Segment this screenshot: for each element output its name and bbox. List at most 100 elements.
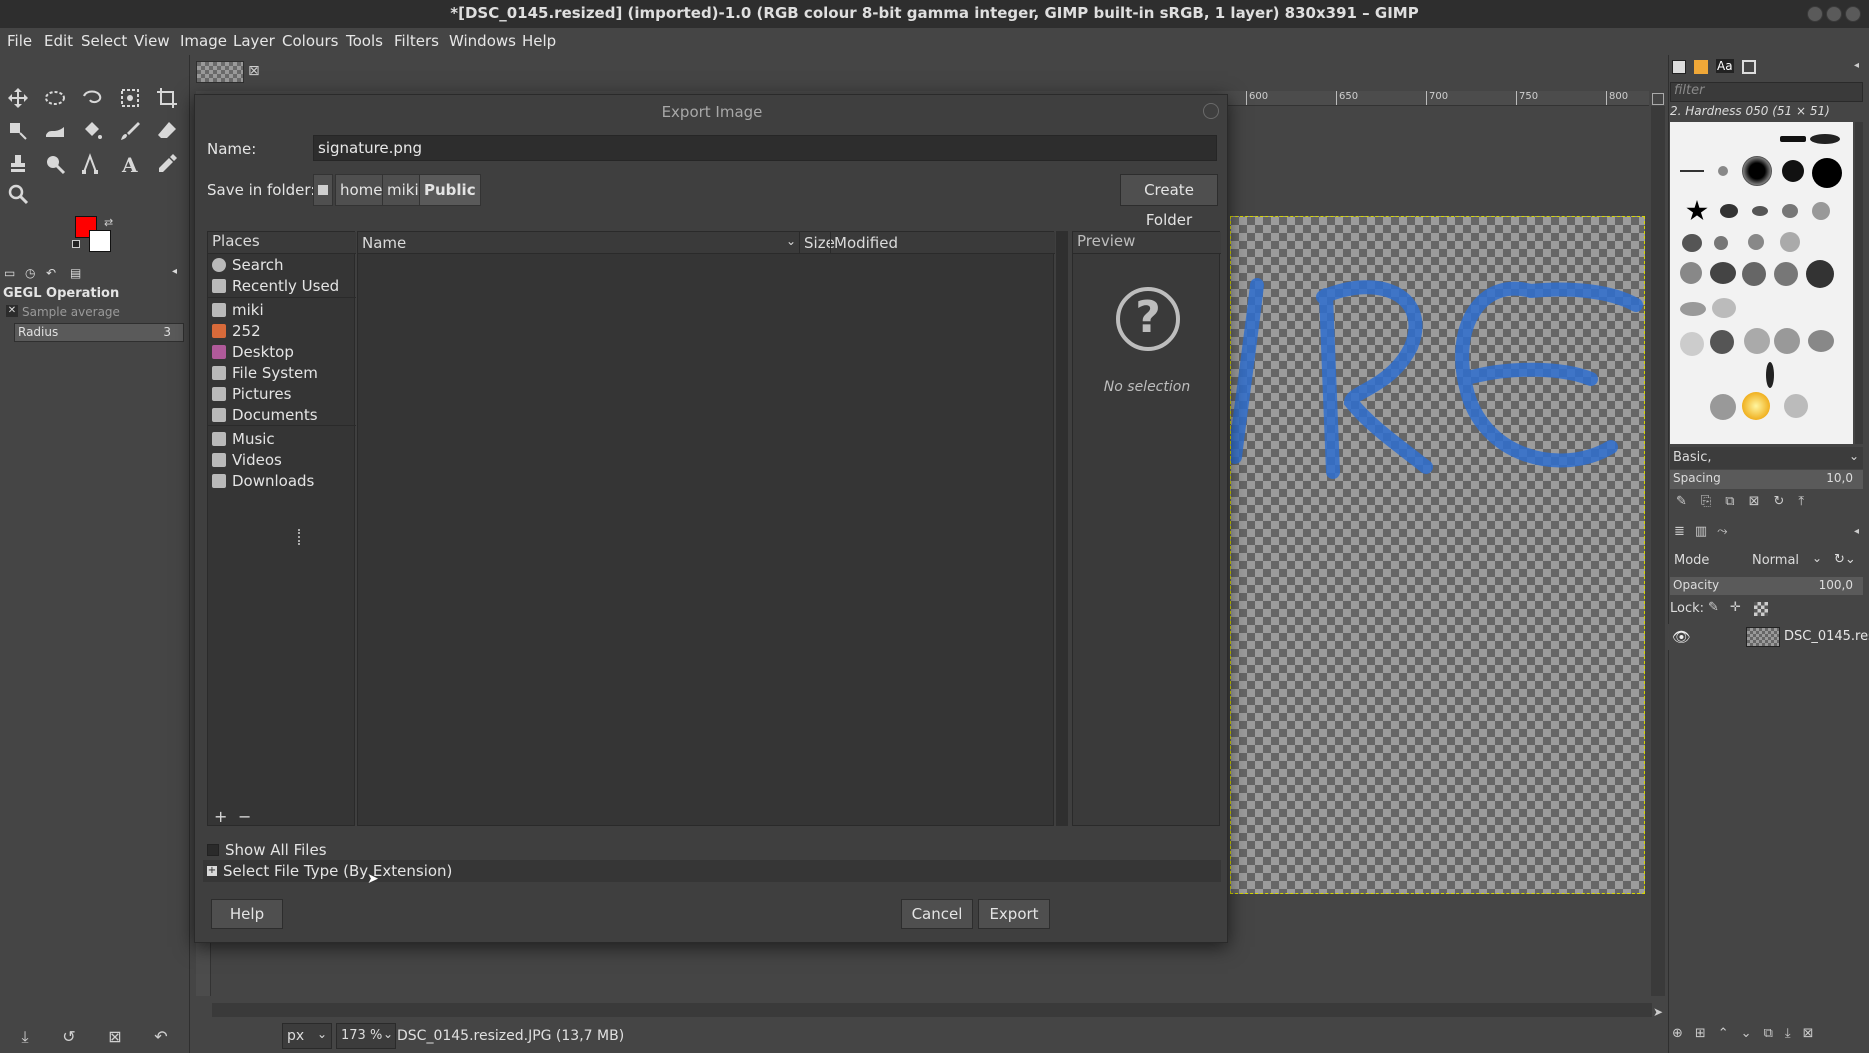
filename-input[interactable] xyxy=(313,135,1217,161)
menu-colours[interactable]: Colours xyxy=(282,32,338,50)
background-color-swatch[interactable] xyxy=(89,230,111,252)
brush-item[interactable] xyxy=(1712,298,1736,318)
brush-tag-select[interactable]: Basic, ⌄ xyxy=(1670,447,1863,469)
layers-tab-menu-icon[interactable]: ◂ xyxy=(1854,526,1859,537)
zoom-follow-icon[interactable] xyxy=(1652,93,1664,105)
save-tool-preset-icon[interactable]: ⤓ xyxy=(14,1027,36,1049)
brush-item[interactable] xyxy=(1710,394,1736,420)
paintbrush-icon[interactable] xyxy=(116,117,144,145)
brush-grid[interactable] xyxy=(1670,122,1853,444)
brush-item[interactable] xyxy=(1710,262,1736,284)
clone-tool-icon[interactable] xyxy=(4,150,32,178)
menu-file[interactable]: File xyxy=(7,32,32,50)
help-button[interactable]: Help xyxy=(211,899,283,929)
brush-item[interactable] xyxy=(1808,330,1834,352)
lock-alpha-icon[interactable] xyxy=(1754,602,1768,616)
brush-item[interactable] xyxy=(1812,202,1830,220)
mode-select[interactable]: Normal xyxy=(1752,553,1799,568)
brush-item[interactable] xyxy=(1742,262,1766,286)
lock-position-icon[interactable]: ✛ xyxy=(1730,600,1741,615)
images-tab-icon[interactable]: ▤ xyxy=(70,266,81,280)
sample-average-checkbox[interactable]: ✕ xyxy=(6,305,18,317)
export-button[interactable]: Export xyxy=(978,899,1050,929)
lock-pixels-icon[interactable]: ✎ xyxy=(1708,600,1719,615)
brush-item[interactable] xyxy=(1780,232,1800,252)
reset-colors-icon[interactable] xyxy=(72,240,80,248)
column-name[interactable]: Name xyxy=(362,234,406,252)
move-tool-icon[interactable] xyxy=(4,84,32,112)
fuzzy-select-icon[interactable] xyxy=(116,84,144,112)
close-image-tab-icon[interactable]: ⊠ xyxy=(248,63,260,79)
maximize-button[interactable] xyxy=(1826,6,1842,22)
eraser-icon[interactable] xyxy=(153,117,181,145)
paths-tool-icon[interactable] xyxy=(78,150,106,178)
minimize-button[interactable] xyxy=(1807,6,1823,22)
add-bookmark-icon[interactable]: + xyxy=(214,807,227,826)
show-all-files-checkbox[interactable] xyxy=(207,844,219,856)
free-select-icon[interactable] xyxy=(78,84,106,112)
menu-filters[interactable]: Filters xyxy=(394,32,439,50)
document-history-tab-icon[interactable] xyxy=(1742,60,1756,74)
spacing-spinner[interactable]: Spacing 10,0 xyxy=(1670,470,1863,489)
tool-options-tab-icon[interactable]: ▭ xyxy=(4,266,15,280)
place-downloads[interactable]: Downloads xyxy=(212,472,314,490)
place-file-system[interactable]: File System xyxy=(212,364,318,382)
brushes-tab-icon[interactable] xyxy=(1672,60,1686,74)
brush-item[interactable] xyxy=(1686,200,1708,221)
mode-switch-icon[interactable]: ↻⌄ xyxy=(1834,552,1856,567)
brush-item[interactable] xyxy=(1774,328,1800,354)
place-252[interactable]: 252 xyxy=(212,322,261,340)
cancel-button[interactable]: Cancel xyxy=(901,899,973,929)
brush-grid-scrollbar[interactable] xyxy=(1855,122,1863,444)
place-pictures[interactable]: Pictures xyxy=(212,385,291,403)
menu-layer[interactable]: Layer xyxy=(233,32,275,50)
smudge-tool-icon[interactable] xyxy=(41,150,69,178)
navigate-icon[interactable]: ➤ xyxy=(1653,1005,1663,1019)
file-list[interactable]: Name ⌄ Size Modified xyxy=(357,231,1055,826)
place-documents[interactable]: Documents xyxy=(212,406,318,424)
menu-help[interactable]: Help xyxy=(522,32,556,50)
opacity-spinner[interactable]: Opacity 100,0 xyxy=(1670,577,1863,595)
warp-transform-icon[interactable] xyxy=(41,117,69,145)
horizontal-scrollbar[interactable] xyxy=(212,1003,1652,1017)
select-file-type-expander[interactable]: + Select File Type (By Extension) xyxy=(203,860,1221,882)
unified-transform-icon[interactable] xyxy=(4,117,32,145)
brush-item[interactable] xyxy=(1682,234,1702,252)
text-tool-icon[interactable]: A xyxy=(116,150,144,178)
place-search[interactable]: Search xyxy=(212,256,284,274)
brush-item[interactable] xyxy=(1680,262,1702,284)
brush-item[interactable] xyxy=(1782,204,1798,218)
brush-item[interactable] xyxy=(1774,262,1798,286)
brush-item[interactable] xyxy=(1710,330,1734,354)
brush-actions-row[interactable]: ✎⎘⧉⊠↻⤒ xyxy=(1676,494,1856,514)
brush-item[interactable] xyxy=(1812,158,1842,188)
layer-visibility-eye-icon[interactable]: 👁 xyxy=(1672,628,1691,646)
undo-history-tab-icon[interactable]: ↶ xyxy=(46,266,56,280)
create-folder-button[interactable]: Create Folder xyxy=(1120,174,1218,229)
sort-chevron-icon[interactable]: ⌄ xyxy=(786,234,796,248)
brush-item[interactable] xyxy=(1810,134,1840,144)
device-status-tab-icon[interactable]: ◷ xyxy=(25,266,35,280)
tab-menu-icon[interactable]: ◂ xyxy=(172,266,177,277)
brush-item[interactable] xyxy=(1714,236,1728,250)
pane-resize-handle[interactable] xyxy=(298,529,300,545)
bucket-fill-icon[interactable] xyxy=(78,117,106,145)
brush-item[interactable] xyxy=(1806,260,1834,288)
brush-item[interactable] xyxy=(1744,328,1770,354)
color-picker-icon[interactable] xyxy=(153,150,181,178)
radius-spinner[interactable]: Radius 3 xyxy=(14,323,184,342)
place-videos[interactable]: Videos xyxy=(212,451,282,469)
file-list-scrollbar[interactable] xyxy=(1056,231,1068,826)
breadcrumb-home[interactable]: home xyxy=(335,174,388,206)
brush-item[interactable] xyxy=(1720,204,1738,218)
layers-dock-tabs[interactable]: ≣▥⤳ xyxy=(1674,524,1738,539)
drive-icon[interactable] xyxy=(313,174,333,206)
place-miki[interactable]: miki xyxy=(212,301,264,319)
reset-tool-options-icon[interactable]: ↶ xyxy=(150,1027,172,1049)
brush-item[interactable] xyxy=(1748,234,1764,250)
crop-tool-icon[interactable] xyxy=(153,84,181,112)
brush-item[interactable] xyxy=(1742,156,1772,186)
brush-item[interactable] xyxy=(1780,136,1806,142)
zoom-select[interactable]: 173 % ⌄ xyxy=(336,1023,396,1049)
menu-view[interactable]: View xyxy=(134,32,170,50)
